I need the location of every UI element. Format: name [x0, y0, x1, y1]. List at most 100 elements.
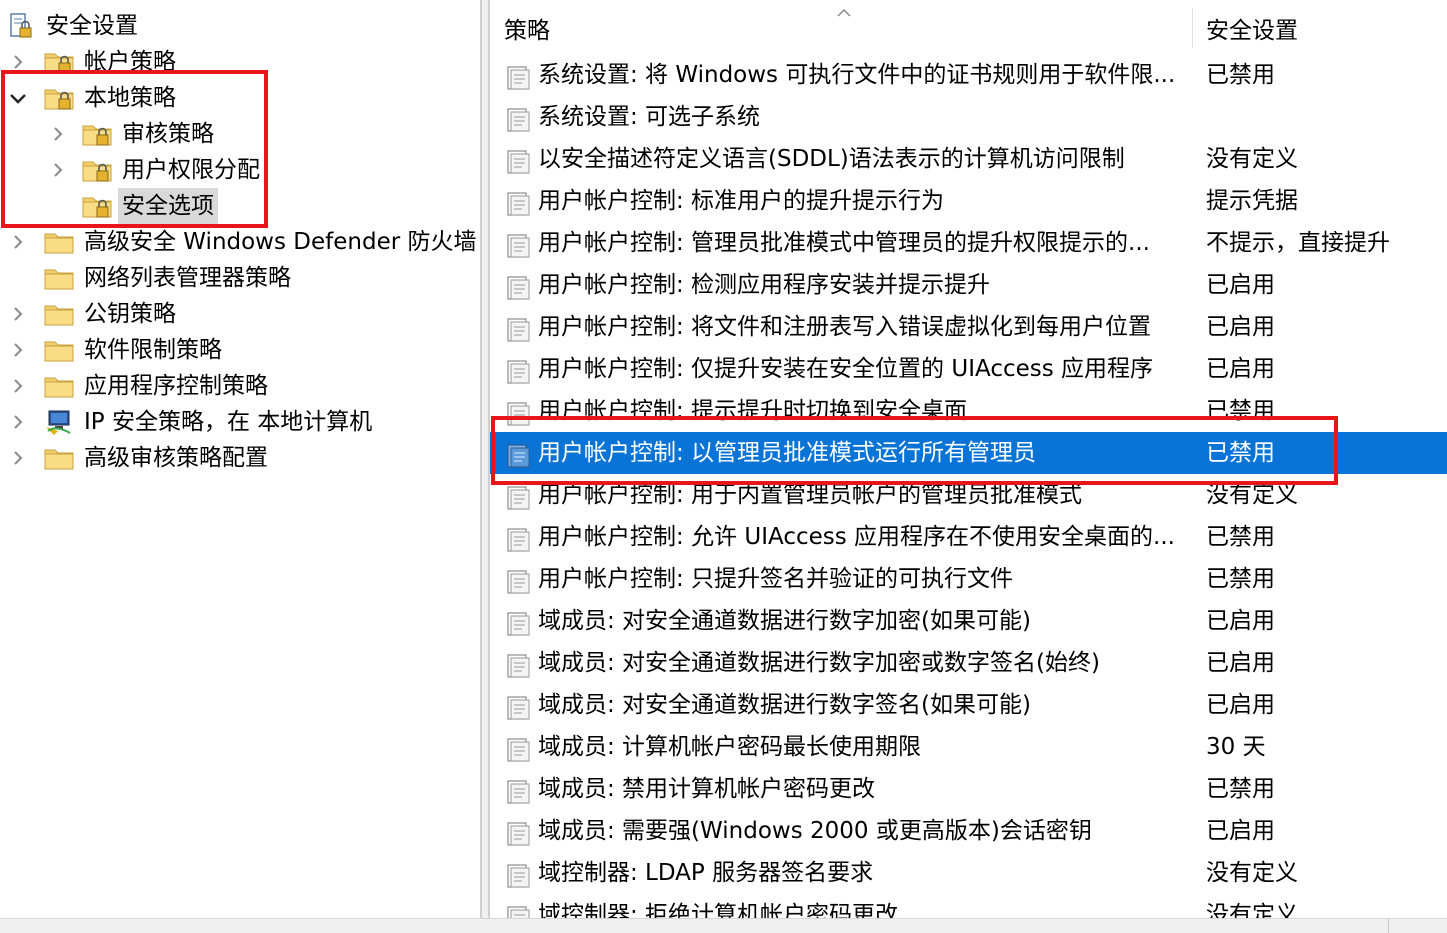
lock-folder-icon — [44, 49, 74, 75]
folder-icon — [44, 301, 74, 327]
tree-item-label: 软件限制策略 — [84, 337, 222, 363]
column-header-setting[interactable]: 安全设置 — [1206, 8, 1298, 54]
tree-item-label: 高级安全 Windows Defender 防火墙 — [84, 229, 477, 255]
chevron-right-icon[interactable] — [8, 44, 28, 80]
list-row[interactable]: 用户帐户控制: 只提升签名并验证的可执行文件 已禁用 — [490, 558, 1447, 600]
policy-name: 用户帐户控制: 允许 UIAccess 应用程序在不使用安全桌面的... — [538, 524, 1175, 550]
chevron-right-icon[interactable] — [8, 224, 28, 260]
list-row[interactable]: 域成员: 禁用计算机帐户密码更改 已禁用 — [490, 768, 1447, 810]
list-row[interactable]: 用户帐户控制: 允许 UIAccess 应用程序在不使用安全桌面的... 已禁用 — [490, 516, 1447, 558]
list-row[interactable]: 系统设置: 可选子系统 — [490, 96, 1447, 138]
column-header-policy[interactable]: 策略 — [504, 8, 550, 54]
chevron-right-icon[interactable] — [48, 152, 68, 188]
policy-name: 用户帐户控制: 标准用户的提升提示行为 — [538, 188, 945, 214]
policy-name: 用户帐户控制: 管理员批准模式中管理员的提升权限提示的... — [538, 230, 1150, 256]
chevron-right-icon[interactable] — [8, 404, 28, 440]
list-row[interactable]: 用户帐户控制: 检测应用程序安装并提示提升 已启用 — [490, 264, 1447, 306]
tree-item-label: 帐户策略 — [84, 49, 176, 75]
security-settings-icon — [10, 13, 32, 38]
list-row[interactable]: 域控制器: 拒绝计算机帐户密码更改 没有定义 — [490, 894, 1447, 918]
policy-icon — [506, 273, 530, 300]
policy-name: 用户帐户控制: 只提升签名并验证的可执行文件 — [538, 566, 1014, 592]
policy-name: 用户帐户控制: 用于内置管理员帐户的管理员批准模式 — [538, 482, 1083, 508]
list-row[interactable]: 用户帐户控制: 管理员批准模式中管理员的提升权限提示的... 不提示，直接提升 — [490, 222, 1447, 264]
policy-icon — [506, 147, 530, 174]
status-bar-separator — [1388, 919, 1389, 933]
list-row[interactable]: 用户帐户控制: 仅提升安装在安全位置的 UIAccess 应用程序 已启用 — [490, 348, 1447, 390]
policy-setting: 已禁用 — [1206, 524, 1275, 550]
lock-folder-icon — [44, 85, 74, 111]
policy-icon — [506, 315, 530, 342]
list-row[interactable]: 以安全描述符定义语言(SDDL)语法表示的计算机访问限制 没有定义 — [490, 138, 1447, 180]
policy-icon — [506, 567, 530, 594]
column-divider[interactable] — [1192, 8, 1193, 48]
policy-setting: 已启用 — [1206, 608, 1275, 634]
policy-setting: 没有定义 — [1206, 482, 1298, 508]
policy-name: 域成员: 对安全通道数据进行数字加密(如果可能) — [538, 608, 1032, 634]
list-row[interactable]: 用户帐户控制: 用于内置管理员帐户的管理员批准模式 没有定义 — [490, 474, 1447, 516]
folder-icon — [44, 445, 74, 471]
list-row[interactable]: 系统设置: 将 Windows 可执行文件中的证书规则用于软件限... 已禁用 — [490, 54, 1447, 96]
console-tree[interactable]: 安全设置 帐户策略 本地策略 审核策略 用户权限分配 安全选项 高级安全 Win… — [0, 0, 482, 918]
folder-icon — [44, 265, 74, 291]
chevron-right-icon[interactable] — [48, 116, 68, 152]
lock-folder-icon — [82, 193, 112, 219]
list-row[interactable]: 域控制器: LDAP 服务器签名要求 没有定义 — [490, 852, 1447, 894]
chevron-right-icon[interactable] — [8, 296, 28, 332]
folder-icon — [44, 229, 74, 255]
policy-setting: 不提示，直接提升 — [1206, 230, 1390, 256]
policy-name: 系统设置: 将 Windows 可执行文件中的证书规则用于软件限... — [538, 62, 1176, 88]
list-row[interactable]: 用户帐户控制: 提示提升时切换到安全桌面 已禁用 — [490, 390, 1447, 432]
policy-name: 域成员: 计算机帐户密码最长使用期限 — [538, 734, 922, 760]
list-row[interactable]: 用户帐户控制: 将文件和注册表写入错误虚拟化到每用户位置 已启用 — [490, 306, 1447, 348]
policy-icon — [506, 399, 530, 426]
policy-icon — [506, 819, 530, 846]
policy-setting: 已启用 — [1206, 818, 1275, 844]
list-row[interactable]: 域成员: 对安全通道数据进行数字签名(如果可能) 已启用 — [490, 684, 1447, 726]
policy-name: 域成员: 禁用计算机帐户密码更改 — [538, 776, 876, 802]
policy-icon — [506, 483, 530, 510]
policy-list[interactable]: 策略 安全设置 系统设置: 将 Windows 可执行文件中的证书规则用于软件限… — [488, 0, 1447, 918]
list-row[interactable]: 域成员: 计算机帐户密码最长使用期限 30 天 — [490, 726, 1447, 768]
list-header: 策略 安全设置 — [490, 8, 1447, 54]
policy-icon — [506, 735, 530, 762]
chevron-down-icon[interactable] — [8, 80, 28, 116]
policy-icon — [506, 525, 530, 552]
chevron-right-icon[interactable] — [8, 332, 28, 368]
list-row[interactable]: 域成员: 需要强(Windows 2000 或更高版本)会话密钥 已启用 — [490, 810, 1447, 852]
policy-name: 用户帐户控制: 检测应用程序安装并提示提升 — [538, 272, 991, 298]
chevron-right-icon[interactable] — [8, 368, 28, 404]
tree-item-label: 审核策略 — [122, 121, 214, 147]
list-row[interactable]: 域成员: 对安全通道数据进行数字加密(如果可能) 已启用 — [490, 600, 1447, 642]
policy-setting: 已启用 — [1206, 650, 1275, 676]
policy-name: 用户帐户控制: 将文件和注册表写入错误虚拟化到每用户位置 — [538, 314, 1152, 340]
policy-icon — [506, 357, 530, 384]
chevron-right-icon[interactable] — [8, 440, 28, 476]
tree-item-label: 公钥策略 — [84, 301, 176, 327]
policy-name: 用户帐户控制: 提示提升时切换到安全桌面 — [538, 398, 968, 424]
policy-icon — [506, 63, 530, 90]
policy-name: 用户帐户控制: 以管理员批准模式运行所有管理员 — [538, 440, 1037, 466]
policy-setting: 已启用 — [1206, 692, 1275, 718]
folder-icon — [44, 337, 74, 363]
policy-icon — [506, 609, 530, 636]
policy-name: 域控制器: LDAP 服务器签名要求 — [538, 860, 874, 886]
sort-ascending-icon — [837, 8, 851, 17]
lock-folder-icon — [82, 121, 112, 147]
policy-name: 域成员: 需要强(Windows 2000 或更高版本)会话密钥 — [538, 818, 1092, 844]
policy-name: 用户帐户控制: 仅提升安装在安全位置的 UIAccess 应用程序 — [538, 356, 1154, 382]
list-row[interactable]: 域成员: 对安全通道数据进行数字加密或数字签名(始终) 已启用 — [490, 642, 1447, 684]
list-row[interactable]: 用户帐户控制: 标准用户的提升提示行为 提示凭据 — [490, 180, 1447, 222]
list-row-selected[interactable]: 用户帐户控制: 以管理员批准模式运行所有管理员 已禁用 — [490, 432, 1447, 474]
policy-setting: 没有定义 — [1206, 860, 1298, 886]
status-bar — [0, 918, 1447, 933]
tree-item-label: 高级审核策略配置 — [84, 445, 268, 471]
policy-setting: 已启用 — [1206, 356, 1275, 382]
tree-item-label: IP 安全策略，在 本地计算机 — [84, 409, 373, 435]
policy-setting: 没有定义 — [1206, 146, 1298, 172]
policy-icon — [506, 189, 530, 216]
policy-setting: 已禁用 — [1206, 62, 1275, 88]
policy-setting: 已禁用 — [1206, 566, 1275, 592]
policy-icon — [506, 693, 530, 720]
policy-name: 以安全描述符定义语言(SDDL)语法表示的计算机访问限制 — [538, 146, 1125, 172]
